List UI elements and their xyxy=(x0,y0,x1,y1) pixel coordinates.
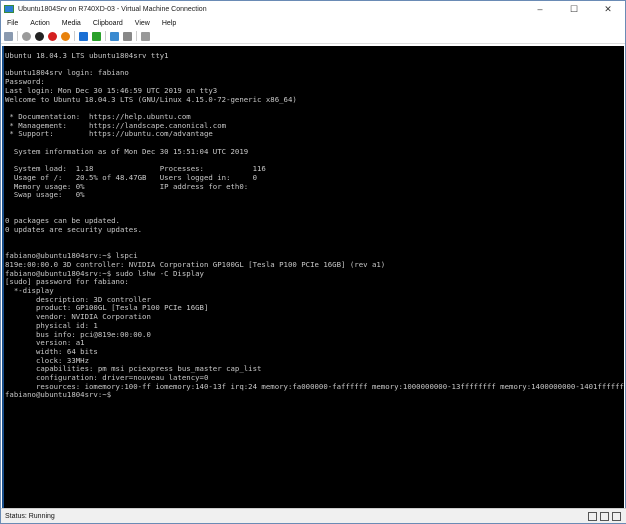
lock-icon xyxy=(612,511,621,521)
terminal-line: Memory usage: 0% IP address for eth0: xyxy=(5,181,249,191)
terminal-line: bus info: pci@819e:00:00.0 xyxy=(5,329,151,339)
toolbar xyxy=(1,29,625,44)
vm-connection-window: Ubuntu1804Srv on R740XD-03 - Virtual Mac… xyxy=(0,0,626,524)
vm-monitor-icon xyxy=(4,5,14,13)
terminal-line: [sudo] password for fabiano: xyxy=(5,277,129,287)
save-icon[interactable] xyxy=(61,31,70,41)
keyboard-icon xyxy=(588,511,597,521)
status-text: Status: Running xyxy=(5,512,55,520)
toolbar-separator xyxy=(74,31,75,41)
minimize-button[interactable]: – xyxy=(523,4,557,14)
pause-icon[interactable] xyxy=(79,31,88,41)
ctrl-alt-del-icon[interactable] xyxy=(4,31,13,41)
turn-off-icon[interactable] xyxy=(35,31,44,41)
terminal-output: Ubuntu 18.04.3 LTS ubuntu1804srv tty1 ub… xyxy=(4,46,624,400)
terminal-line: Swap usage: 0% xyxy=(5,190,85,200)
reset-icon[interactable] xyxy=(92,31,101,41)
terminal-line: ubuntu1804srv login: fabiano xyxy=(5,68,129,78)
toolbar-separator xyxy=(136,31,137,41)
mouse-icon xyxy=(600,511,609,521)
start-icon[interactable] xyxy=(22,31,31,41)
menu-clipboard[interactable]: Clipboard xyxy=(93,20,123,27)
menu-file[interactable]: File xyxy=(7,20,18,27)
toolbar-separator xyxy=(105,31,106,41)
vm-console[interactable]: Ubuntu 18.04.3 LTS ubuntu1804srv tty1 ub… xyxy=(2,46,624,509)
terminal-line: System information as of Mon Dec 30 15:5… xyxy=(5,146,249,156)
toolbar-separator xyxy=(17,31,18,41)
enhanced-session-icon[interactable] xyxy=(141,31,150,41)
title-bar: Ubuntu1804Srv on R740XD-03 - Virtual Mac… xyxy=(1,1,625,17)
terminal-line: Welcome to Ubuntu 18.04.3 LTS (GNU/Linux… xyxy=(5,94,297,104)
terminal-line: width: 64 bits xyxy=(5,346,98,356)
close-button[interactable]: ✕ xyxy=(591,4,625,15)
checkpoint-icon[interactable] xyxy=(110,31,119,41)
window-title: Ubuntu1804Srv on R740XD-03 - Virtual Mac… xyxy=(18,5,207,13)
terminal-line: Ubuntu 18.04.3 LTS ubuntu1804srv tty1 xyxy=(5,51,169,60)
menu-bar: File Action Media Clipboard View Help xyxy=(1,17,625,29)
menu-view[interactable]: View xyxy=(135,20,150,27)
maximize-button[interactable]: ☐ xyxy=(557,4,591,15)
menu-help[interactable]: Help xyxy=(162,20,176,27)
terminal-line: fabiano@ubuntu1804srv:~$ xyxy=(5,390,112,400)
shutdown-icon[interactable] xyxy=(48,31,57,41)
terminal-line: 0 updates are security updates. xyxy=(5,225,143,235)
revert-icon[interactable] xyxy=(123,31,132,41)
menu-media[interactable]: Media xyxy=(62,20,81,27)
menu-action[interactable]: Action xyxy=(30,20,49,27)
status-bar: Status: Running xyxy=(1,508,626,523)
terminal-line: * Support: https://ubuntu.com/advantage xyxy=(5,129,213,139)
